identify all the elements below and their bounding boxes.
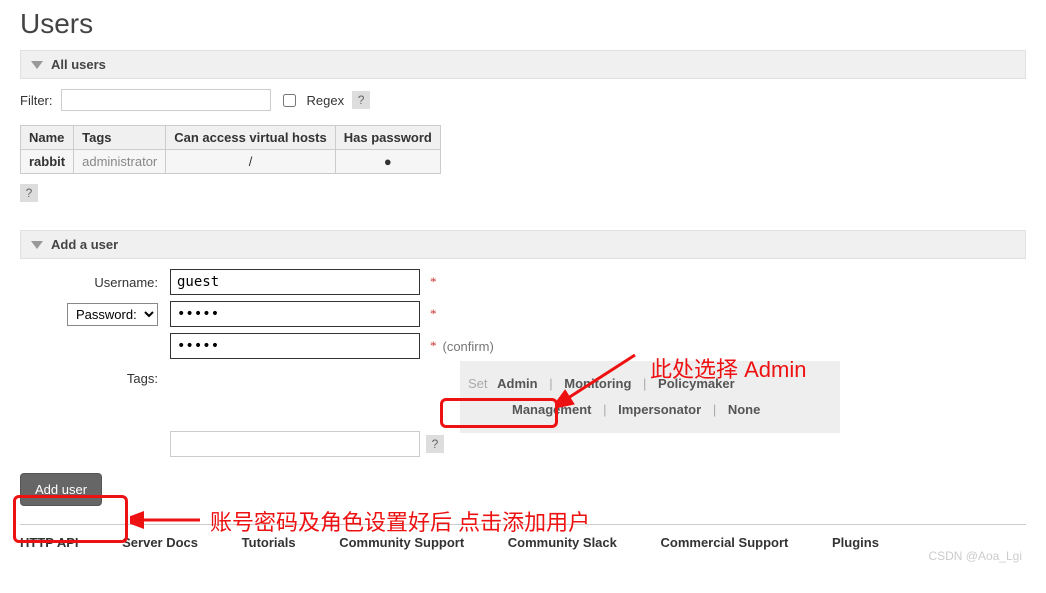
- filter-row: Filter: Regex ?: [20, 89, 1026, 111]
- cell-tags: administrator: [74, 150, 166, 174]
- tag-set-label: Set: [468, 376, 488, 391]
- tag-option-management[interactable]: Management: [512, 402, 591, 417]
- required-mark: *: [430, 338, 437, 354]
- cell-password: ●: [335, 150, 440, 174]
- filter-input[interactable]: [61, 89, 271, 111]
- table-header-row: Name Tags Can access virtual hosts Has p…: [21, 126, 441, 150]
- col-name[interactable]: Name: [21, 126, 74, 150]
- add-user-button[interactable]: Add user: [20, 473, 102, 506]
- footer-plugins[interactable]: Plugins: [832, 535, 879, 550]
- password-input[interactable]: [170, 301, 420, 327]
- regex-checkbox[interactable]: [283, 94, 296, 107]
- col-password[interactable]: Has password: [335, 126, 440, 150]
- filter-label: Filter:: [20, 93, 53, 108]
- tag-option-admin[interactable]: Admin: [497, 376, 537, 391]
- footer-server-docs[interactable]: Server Docs: [122, 535, 198, 550]
- username-input[interactable]: [170, 269, 420, 295]
- required-mark: *: [430, 274, 437, 290]
- tags-label: Tags:: [20, 365, 170, 386]
- password-type-select[interactable]: Password:: [67, 303, 158, 326]
- required-mark: *: [430, 306, 437, 322]
- footer-community-slack[interactable]: Community Slack: [508, 535, 617, 550]
- users-table: Name Tags Can access virtual hosts Has p…: [20, 125, 441, 174]
- regex-label: Regex: [307, 93, 345, 108]
- password-confirm-input[interactable]: [170, 333, 420, 359]
- tags-input[interactable]: [170, 431, 420, 457]
- chevron-down-icon: [31, 241, 43, 249]
- confirm-label: (confirm): [443, 339, 494, 354]
- tag-choices: Set Admin | Monitoring | Policymaker Man…: [460, 361, 840, 433]
- page-title: Users: [20, 8, 1026, 40]
- watermark: CSDN @Aoa_Lgi: [928, 549, 1022, 563]
- tag-option-policymaker[interactable]: Policymaker: [658, 376, 735, 391]
- chevron-down-icon: [31, 61, 43, 69]
- section-all-users-label: All users: [51, 57, 106, 72]
- cell-name[interactable]: rabbit: [21, 150, 74, 174]
- section-all-users[interactable]: All users: [20, 50, 1026, 79]
- tags-help-icon[interactable]: ?: [426, 435, 444, 453]
- footer-links: HTTP API Server Docs Tutorials Community…: [20, 524, 1026, 550]
- tag-option-monitoring[interactable]: Monitoring: [564, 376, 631, 391]
- footer-http-api[interactable]: HTTP API: [20, 535, 79, 550]
- cell-vhosts: /: [166, 150, 335, 174]
- table-help-icon[interactable]: ?: [20, 184, 38, 202]
- tag-option-none[interactable]: None: [728, 402, 761, 417]
- username-label: Username:: [20, 275, 170, 290]
- table-row[interactable]: rabbit administrator / ●: [21, 150, 441, 174]
- section-add-user-label: Add a user: [51, 237, 118, 252]
- col-tags[interactable]: Tags: [74, 126, 166, 150]
- footer-tutorials[interactable]: Tutorials: [242, 535, 296, 550]
- footer-commercial-support[interactable]: Commercial Support: [661, 535, 789, 550]
- footer-community-support[interactable]: Community Support: [339, 535, 464, 550]
- section-add-user[interactable]: Add a user: [20, 230, 1026, 259]
- col-vhosts[interactable]: Can access virtual hosts: [166, 126, 335, 150]
- tag-option-impersonator[interactable]: Impersonator: [618, 402, 701, 417]
- filter-help-icon[interactable]: ?: [352, 91, 370, 109]
